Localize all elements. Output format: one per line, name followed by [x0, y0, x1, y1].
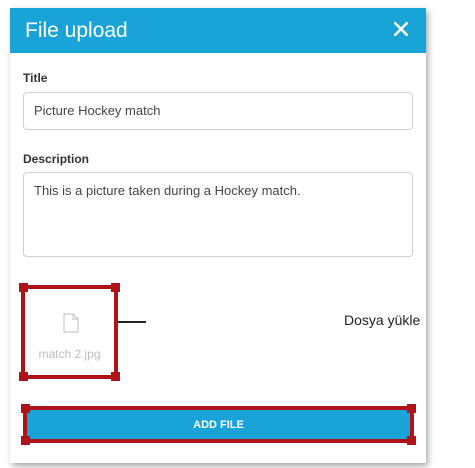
- callout-text: Dosya yükle: [344, 312, 421, 328]
- callout-line: [118, 321, 146, 323]
- highlight-corner: [19, 372, 28, 381]
- dialog-title: File upload: [25, 19, 128, 42]
- highlight-corner: [111, 283, 120, 292]
- highlight-corner: [19, 283, 28, 292]
- attached-file-tile[interactable]: match 2.jpg: [19, 283, 120, 381]
- close-icon: [394, 22, 408, 36]
- file-name: match 2.jpg: [38, 347, 101, 361]
- highlight-corner: [21, 436, 30, 445]
- file-upload-dialog: File upload Title Picture Hockey match D…: [10, 8, 426, 463]
- file-icon: [63, 313, 79, 333]
- highlight-corner: [111, 372, 120, 381]
- close-button[interactable]: [388, 16, 414, 42]
- title-label: Title: [23, 71, 48, 85]
- title-input[interactable]: Picture Hockey match: [23, 92, 413, 130]
- dialog-header: File upload: [10, 8, 426, 53]
- add-file-label: ADD FILE: [193, 418, 244, 431]
- highlight-corner: [407, 436, 416, 445]
- add-file-button[interactable]: ADD FILE: [21, 404, 416, 445]
- description-textarea[interactable]: This is a picture taken during a Hockey …: [23, 172, 413, 257]
- highlight-corner: [21, 404, 30, 413]
- description-label: Description: [23, 152, 90, 166]
- highlight-corner: [407, 404, 416, 413]
